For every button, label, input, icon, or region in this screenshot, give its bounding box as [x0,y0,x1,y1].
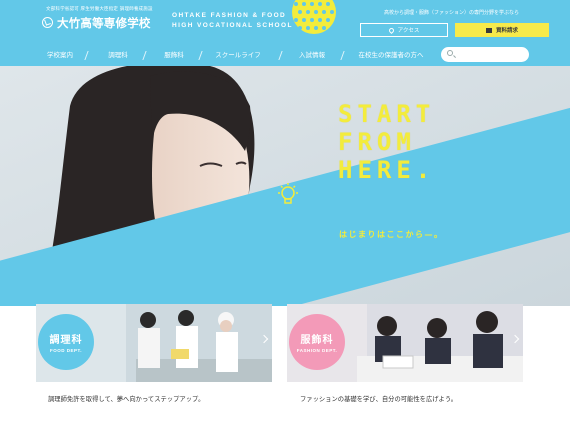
hero-subtext: はじまりはここから—。 [339,230,444,239]
page-bottom [0,420,570,428]
nav-divider [278,51,283,60]
lightbulb-icon [278,183,298,204]
nav-item-school-life[interactable]: スクールライフ [206,44,270,66]
dot-pattern-decoration [292,0,336,34]
fashion-dept-badge: 服飾科 FASHION DEPT. [289,314,345,370]
search-input[interactable] [441,47,529,62]
food-dept-badge: 調理科 FOOD DEPT. [38,314,94,370]
nav-divider [142,51,147,60]
nav-divider [84,51,89,60]
request-label: 資料請求 [495,28,518,34]
nav-item-parents[interactable]: 在校生の保護者の方へ [350,44,432,66]
request-materials-button[interactable]: 資料請求 [455,23,549,37]
fashion-dept-name: 服飾科 [300,335,334,346]
nav-item-admissions[interactable]: 入試情報 [288,44,336,66]
access-button[interactable]: アクセス [360,23,448,37]
header-description: 高校から調理・服飾（ファッション）の専門分野を学ぶなら [384,10,520,16]
nav-item-cooking[interactable]: 調理科 [94,44,142,66]
food-dept-english: FOOD DEPT. [49,348,82,353]
school-logo[interactable]: 大竹高等専修学校 [57,15,151,31]
nav-divider [340,51,345,60]
map-pin-icon [387,26,395,34]
tagline-line2: HIGH VOCATIONAL SCHOOL [172,22,293,29]
access-label: アクセス [397,28,420,34]
fashion-dept-caption: ファッションの基礎を学び、自分の可能性を広げよう。 [300,396,458,403]
search-icon [447,50,453,56]
fashion-dept-card[interactable]: 服飾科 FASHION DEPT. [287,304,523,382]
food-dept-name: 調理科 [49,335,83,346]
tagline-line1: OHTAKE FASHION & FOOD [172,12,287,19]
hero-banner: START FROM HERE. はじまりはここから—。 [0,66,570,306]
fashion-dept-english: FASHION DEPT. [296,348,338,353]
hero-headline: START FROM HERE. [338,100,436,184]
accreditation-text: 文部科学省認可 厚生労働大臣指定 調理師養成施設 [46,7,153,12]
food-dept-card[interactable]: 調理科 FOOD DEPT. [36,304,272,382]
nav-item-fashion[interactable]: 服飾科 [150,44,198,66]
site-header: 文部科学省認可 厚生労働大臣指定 調理師養成施設 大竹高等専修学校 OHTAKE… [0,0,570,44]
food-dept-caption: 調理師免許を取得して、夢へ向かってステップアップ。 [48,396,205,403]
nav-divider [198,51,203,60]
nav-item-school-guide[interactable]: 学校案内 [36,44,84,66]
school-tagline: OHTAKE FASHION & FOOD HIGH VOCATIONAL SC… [172,11,293,31]
school-emblem-icon[interactable] [42,17,53,28]
document-icon [485,27,492,33]
